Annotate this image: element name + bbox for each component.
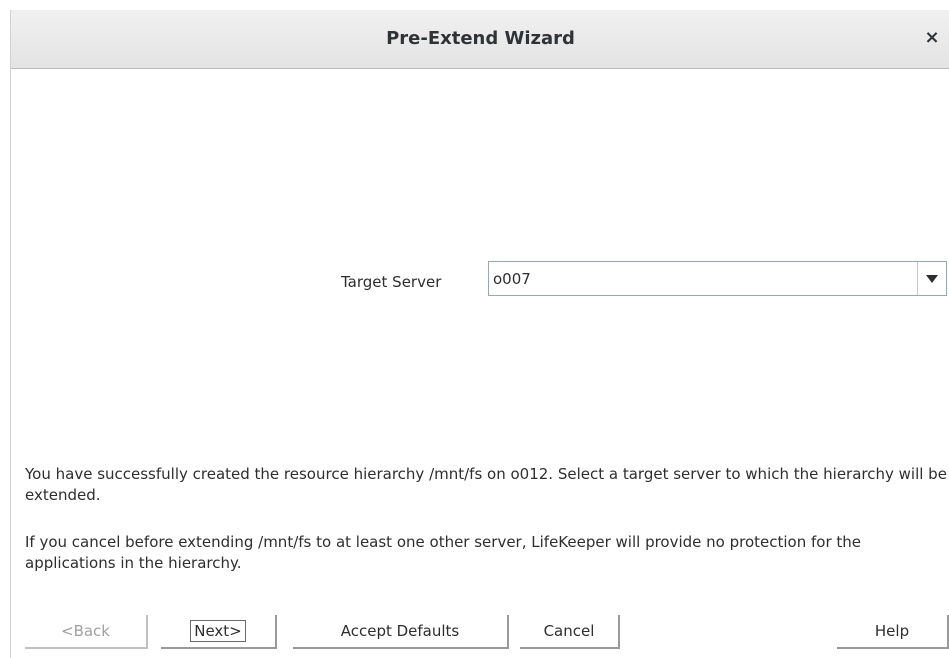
close-icon[interactable]: ×: [920, 26, 944, 50]
accept-defaults-button[interactable]: Accept Defaults: [293, 615, 509, 649]
next-button-label: Next>: [190, 620, 246, 642]
target-server-value: o007: [493, 270, 531, 288]
pre-extend-wizard-dialog: Pre-Extend Wizard × Target Server o007 Y…: [10, 10, 949, 658]
back-button[interactable]: <Back: [25, 615, 148, 649]
dropdown-button[interactable]: [917, 262, 946, 295]
titlebar: Pre-Extend Wizard ×: [11, 10, 949, 69]
dialog-title: Pre-Extend Wizard: [386, 28, 575, 49]
target-server-label: Target Server: [341, 273, 442, 291]
chevron-down-icon: [926, 274, 938, 283]
cancel-warning-message: If you cancel before extending /mnt/fs t…: [25, 533, 862, 572]
target-server-select[interactable]: o007: [488, 261, 947, 296]
cancel-button[interactable]: Cancel: [520, 615, 620, 649]
success-message: You have successfully created the resour…: [25, 465, 947, 504]
next-button[interactable]: Next>: [161, 615, 277, 649]
help-button[interactable]: Help: [837, 615, 949, 649]
